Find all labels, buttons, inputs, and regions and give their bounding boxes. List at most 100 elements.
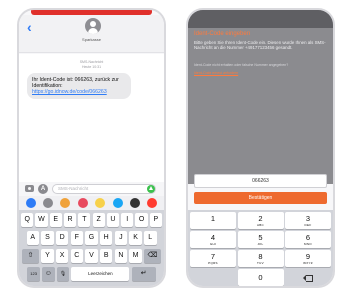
key-s[interactable]: S bbox=[41, 231, 54, 245]
app-icon[interactable] bbox=[112, 198, 123, 208]
numeric-keypad: 1 2 ABC 3 DEF 4 GHI 5 JKL 6 MNO 7 PQRS 8 TUV 9 WXYZ 0 bbox=[188, 210, 333, 286]
shift-key[interactable]: ⇧ bbox=[22, 249, 39, 263]
keyboard-row-3: ⇧ Y X C V B N M ⌫ bbox=[20, 249, 163, 263]
confirm-button[interactable]: Bestätigen bbox=[194, 192, 327, 204]
key-p[interactable]: P bbox=[149, 213, 162, 227]
sms-input[interactable]: SMS-Nachricht bbox=[52, 184, 156, 194]
messages-header: ‹ Sparkasse bbox=[19, 15, 164, 53]
space-key[interactable]: Leerzeichen bbox=[71, 267, 130, 281]
ident-question: Ident-Code nicht erhalten oder falsche N… bbox=[194, 63, 289, 67]
ident-instructions: Bitte geben Sie Ihren Ident-Code ein. Di… bbox=[194, 40, 326, 51]
app-drawer bbox=[19, 196, 164, 210]
back-chevron-icon[interactable]: ‹ bbox=[27, 20, 37, 34]
key-t[interactable]: T bbox=[78, 213, 91, 227]
key-i[interactable]: I bbox=[121, 213, 134, 227]
key-o[interactable]: O bbox=[135, 213, 148, 227]
camera-icon[interactable] bbox=[25, 185, 34, 192]
keypad-delete-key[interactable] bbox=[285, 269, 331, 286]
contact-name[interactable]: Sparkasse bbox=[19, 37, 164, 42]
keypad-digit: 6 bbox=[305, 233, 311, 242]
top-shade bbox=[188, 10, 333, 28]
ident-overlay: Ident-Code eingeben Bitte geben Sie Ihre… bbox=[188, 10, 333, 184]
keypad-letters: WXYZ bbox=[303, 261, 313, 265]
avatar-body bbox=[88, 28, 98, 34]
keypad-digit: 9 bbox=[305, 252, 311, 261]
keypad-digit: 4 bbox=[210, 233, 216, 242]
app-icon[interactable] bbox=[147, 198, 158, 208]
key-u[interactable]: U bbox=[106, 213, 119, 227]
key-m[interactable]: M bbox=[129, 249, 142, 263]
keypad-row-3: 7 PQRS 8 TUV 9 WXYZ bbox=[190, 250, 331, 267]
keypad-digit: 5 bbox=[258, 233, 263, 242]
key-e[interactable]: E bbox=[49, 213, 62, 227]
keypad-letters: TUV bbox=[257, 261, 264, 265]
keypad-key-8[interactable]: 8 TUV bbox=[237, 250, 284, 267]
keypad-key-7[interactable]: 7 PQRS bbox=[190, 250, 236, 267]
keypad-key-3[interactable]: 3 DEF bbox=[285, 212, 331, 229]
keypad-key-1[interactable]: 1 bbox=[190, 212, 236, 229]
emoji-key[interactable]: ☺ bbox=[42, 267, 55, 281]
message-link[interactable]: https://go.idnow.de/code/066263 bbox=[32, 89, 107, 95]
message-bubble: Ihr Ident-Code ist: 066263, zurück zur I… bbox=[27, 73, 131, 99]
keypad-row-1: 1 2 ABC 3 DEF bbox=[190, 212, 331, 229]
message-text: Ihr Ident-Code ist: 066263, zurück zur I… bbox=[32, 77, 119, 89]
key-q[interactable]: Q bbox=[21, 213, 34, 227]
send-icon[interactable] bbox=[147, 185, 155, 193]
keypad-key-4[interactable]: 4 GHI bbox=[190, 231, 236, 248]
key-j[interactable]: J bbox=[114, 231, 128, 245]
key-z[interactable]: Z bbox=[92, 213, 105, 227]
key-n[interactable]: N bbox=[114, 249, 128, 263]
keypad-letters: DEF bbox=[304, 223, 312, 227]
keypad-letters: GHI bbox=[209, 242, 217, 246]
key-x[interactable]: X bbox=[55, 249, 69, 263]
key-w[interactable]: W bbox=[35, 213, 48, 227]
keyboard: QWERTZUIOP ASDFGHJKL ⇧ Y X C V B N M ⌫ 123 ☺ 🎙 … bbox=[19, 210, 164, 286]
keypad-row-2: 4 GHI 5 JKL 6 MNO bbox=[190, 231, 331, 248]
app-icon[interactable] bbox=[43, 198, 54, 208]
app-icon[interactable] bbox=[60, 198, 71, 208]
keypad-key-9[interactable]: 9 WXYZ bbox=[285, 250, 331, 267]
app-icon[interactable] bbox=[129, 198, 140, 208]
keypad-digit: 3 bbox=[305, 214, 311, 223]
key-a[interactable]: A bbox=[26, 231, 39, 245]
keypad-letters: ABC bbox=[256, 223, 265, 227]
keypad-digit: 8 bbox=[258, 252, 263, 261]
key-b[interactable]: B bbox=[99, 249, 113, 263]
ident-code-input[interactable]: 066263 bbox=[194, 174, 327, 188]
ident-title: Ident-Code eingeben bbox=[194, 31, 251, 37]
avatar-head bbox=[90, 21, 96, 27]
app-icon[interactable] bbox=[77, 198, 88, 208]
mic-key[interactable]: 🎙 bbox=[56, 267, 70, 281]
appstore-icon[interactable]: A bbox=[38, 184, 48, 194]
key-c[interactable]: C bbox=[70, 249, 84, 263]
return-key[interactable]: ↵ bbox=[131, 267, 156, 281]
keypad-digit: 7 bbox=[210, 252, 216, 261]
contact-avatar[interactable] bbox=[85, 18, 101, 34]
keypad-letters: PQRS bbox=[208, 261, 218, 265]
app-icon[interactable] bbox=[25, 198, 36, 208]
message-meta: SMS-Nachricht Heute 10:31 bbox=[19, 60, 164, 69]
keypad-key-2[interactable]: 2 ABC bbox=[237, 212, 284, 229]
numbers-key[interactable]: 123 bbox=[27, 267, 40, 281]
key-f[interactable]: F bbox=[70, 231, 84, 245]
key-d[interactable]: D bbox=[55, 231, 69, 245]
keypad-letters: JKL bbox=[257, 242, 264, 246]
keypad-digit: 2 bbox=[258, 214, 263, 223]
keypad-letters: MNO bbox=[304, 242, 312, 246]
key-y[interactable]: Y bbox=[41, 249, 54, 263]
key-h[interactable]: H bbox=[99, 231, 113, 245]
key-l[interactable]: L bbox=[144, 231, 157, 245]
message-meta-time: Heute 10:31 bbox=[81, 64, 102, 69]
keyboard-row-4: 123 ☺ 🎙 Leerzeichen ↵ bbox=[20, 267, 163, 281]
keyboard-row-1: QWERTZUIOP bbox=[20, 213, 163, 227]
resend-code-link[interactable]: Ident-Code erneut anfordern bbox=[194, 71, 238, 75]
key-r[interactable]: R bbox=[64, 213, 77, 227]
key-g[interactable]: G bbox=[85, 231, 98, 245]
keypad-key-5[interactable]: 5 JKL bbox=[237, 231, 284, 248]
keypad-key-0[interactable]: 0 bbox=[237, 269, 284, 286]
delete-key[interactable]: ⌫ bbox=[144, 249, 161, 263]
keypad-key-6[interactable]: 6 MNO bbox=[285, 231, 331, 248]
key-k[interactable]: K bbox=[129, 231, 142, 245]
app-icon[interactable] bbox=[95, 198, 106, 208]
key-v[interactable]: V bbox=[85, 249, 98, 263]
